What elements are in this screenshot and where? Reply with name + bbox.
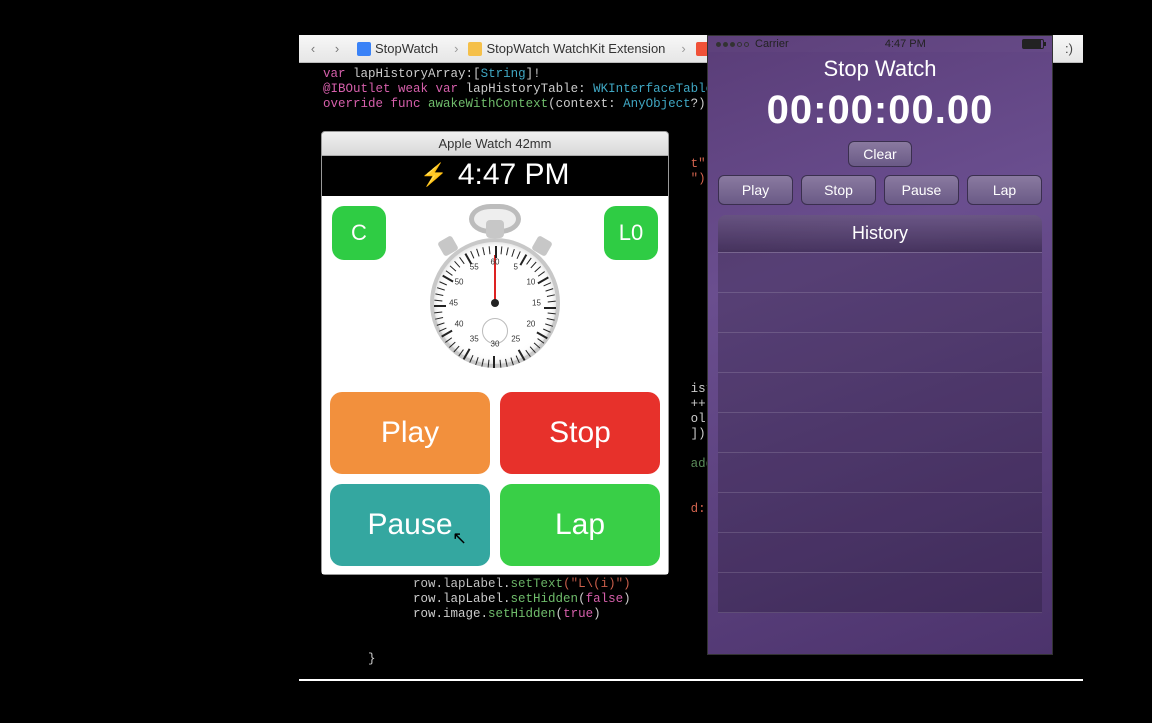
bar-emoticon: :) bbox=[1065, 41, 1079, 56]
lap-button-ios[interactable]: Lap bbox=[967, 175, 1042, 205]
history-row bbox=[718, 493, 1042, 533]
history-row bbox=[718, 373, 1042, 413]
ios-button-row: Play Stop Pause Lap bbox=[708, 175, 1052, 215]
history-panel: History bbox=[718, 215, 1042, 613]
watch-window-title: Apple Watch 42mm bbox=[322, 132, 668, 156]
pause-button-ios[interactable]: Pause bbox=[884, 175, 959, 205]
pause-button[interactable]: Pause bbox=[330, 484, 490, 566]
crumb-folder-label: StopWatch WatchKit Extension bbox=[486, 41, 665, 56]
play-button[interactable]: Play bbox=[330, 392, 490, 474]
ios-status-bar: Carrier 4:47 PM bbox=[708, 36, 1052, 52]
lap-count-button[interactable]: L0 bbox=[604, 206, 658, 260]
play-button-ios[interactable]: Play bbox=[718, 175, 793, 205]
crumb-project-label: StopWatch bbox=[375, 41, 438, 56]
content-region: ‹ › StopWatch StopWatch WatchKit Extensi… bbox=[299, 35, 1083, 685]
history-header: History bbox=[718, 215, 1042, 253]
stopwatch-icon: 60510152025303540455055 bbox=[420, 214, 570, 374]
app-title: Stop Watch bbox=[708, 52, 1052, 84]
nav-back-icon[interactable]: ‹ bbox=[303, 39, 323, 59]
iphone-simulator: Carrier 4:47 PM Stop Watch 00:00:00.00 C… bbox=[707, 35, 1053, 655]
crumb-folder[interactable]: StopWatch WatchKit Extension bbox=[448, 38, 671, 60]
history-row bbox=[718, 533, 1042, 573]
stop-button[interactable]: Stop bbox=[500, 392, 660, 474]
timer-display: 00:00:00.00 bbox=[708, 84, 1052, 137]
ios-status-time: 4:47 PM bbox=[885, 38, 926, 50]
divider bbox=[299, 679, 1083, 681]
charging-icon: ⚡ bbox=[420, 162, 447, 188]
project-icon bbox=[357, 42, 371, 56]
carrier-label: Carrier bbox=[755, 38, 789, 50]
stop-button-ios[interactable]: Stop bbox=[801, 175, 876, 205]
history-row bbox=[718, 573, 1042, 613]
watch-top-area: C L0 60510152025303540455055 bbox=[326, 200, 664, 388]
history-row bbox=[718, 253, 1042, 293]
signal-icon: Carrier bbox=[716, 38, 789, 50]
history-row bbox=[718, 453, 1042, 493]
history-row bbox=[718, 333, 1042, 373]
watch-button-grid: Play Stop Pause Lap bbox=[326, 388, 664, 570]
watch-simulator: Apple Watch 42mm ⚡ 4:47 PM C L0 60510 bbox=[321, 131, 669, 575]
watch-status-bar: ⚡ 4:47 PM bbox=[322, 156, 668, 196]
clear-button-ios[interactable]: Clear bbox=[848, 141, 911, 167]
history-row bbox=[718, 413, 1042, 453]
lap-button[interactable]: Lap bbox=[500, 484, 660, 566]
crumb-project[interactable]: StopWatch bbox=[351, 38, 444, 60]
watch-time: 4:47 PM bbox=[458, 158, 570, 192]
nav-forward-icon[interactable]: › bbox=[327, 39, 347, 59]
watch-screen: C L0 60510152025303540455055 Play Stop bbox=[322, 196, 668, 574]
history-row bbox=[718, 293, 1042, 333]
folder-icon bbox=[468, 42, 482, 56]
clear-button[interactable]: C bbox=[332, 206, 386, 260]
battery-icon bbox=[1022, 39, 1044, 49]
